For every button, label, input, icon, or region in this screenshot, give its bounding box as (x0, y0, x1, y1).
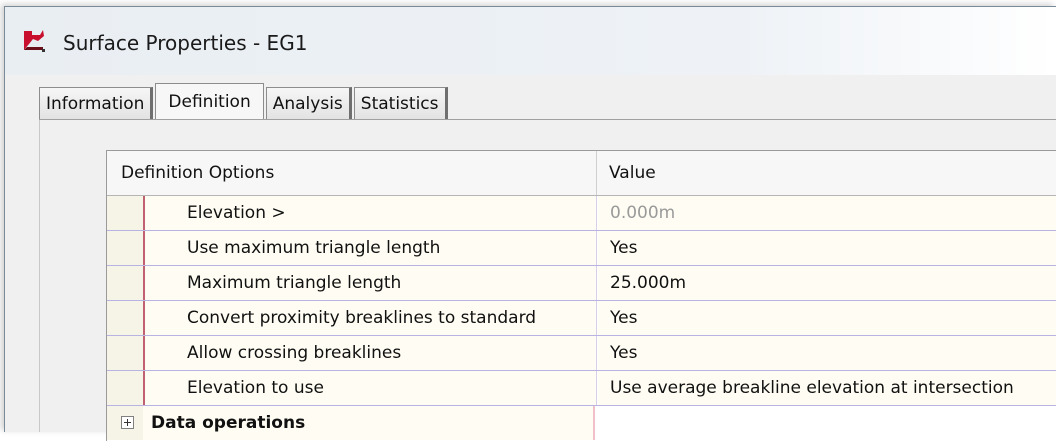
row-gutter (107, 231, 145, 265)
row-gutter (107, 406, 143, 440)
row-gutter (107, 196, 145, 230)
property-value[interactable]: Yes (598, 231, 1056, 265)
property-name: Use maximum triangle length (145, 231, 597, 265)
window-title: Surface Properties - EG1 (63, 31, 308, 55)
tab-strip: Information Definition Analysis Statisti… (39, 83, 450, 119)
property-name: Allow crossing breaklines (145, 336, 597, 370)
property-value[interactable]: 25.000m (598, 266, 1056, 300)
row-gutter (107, 301, 145, 335)
grid-rows: Elevation > 0.000m Use maximum triangle … (107, 196, 1056, 440)
group-row-data-operations[interactable]: Data operations (107, 406, 1056, 440)
tab-label: Definition (168, 91, 251, 112)
property-name: Maximum triangle length (145, 266, 597, 300)
row-gutter (107, 266, 145, 300)
row-gutter (107, 336, 145, 370)
column-header-value[interactable]: Value (597, 151, 1056, 195)
property-name: Elevation to use (145, 371, 597, 405)
group-name: Data operations (143, 406, 595, 440)
property-row-elevation[interactable]: Elevation > 0.000m (107, 196, 1056, 231)
title-bar[interactable]: Surface Properties - EG1 (5, 7, 1056, 75)
property-row-use-max-triangle-length[interactable]: Use maximum triangle length Yes (107, 231, 1056, 266)
property-row-allow-crossing-breaklines[interactable]: Allow crossing breaklines Yes (107, 336, 1056, 371)
tab-label: Analysis (272, 93, 343, 114)
tab-statistics[interactable]: Statistics (353, 87, 448, 119)
column-header-definition-options[interactable]: Definition Options (107, 151, 597, 195)
property-name: Elevation > (145, 196, 597, 230)
property-value[interactable]: 0.000m (598, 196, 1056, 230)
tab-label: Information (46, 93, 145, 114)
civil3d-surface-icon (21, 27, 47, 53)
property-value[interactable]: Use average breakline elevation at inter… (598, 371, 1056, 405)
definition-property-grid: Definition Options Value Elevation > 0.0… (106, 150, 1056, 441)
plus-expander-icon[interactable] (121, 416, 134, 429)
property-row-elevation-to-use[interactable]: Elevation to use Use average breakline e… (107, 371, 1056, 406)
property-value[interactable]: Yes (598, 336, 1056, 370)
property-row-convert-proximity-breaklines[interactable]: Convert proximity breaklines to standard… (107, 301, 1056, 336)
tab-definition[interactable]: Definition (155, 83, 264, 119)
tab-information[interactable]: Information (39, 87, 154, 119)
property-value[interactable]: Yes (598, 301, 1056, 335)
grid-header: Definition Options Value (107, 151, 1056, 196)
property-name: Convert proximity breaklines to standard (145, 301, 597, 335)
property-row-max-triangle-length[interactable]: Maximum triangle length 25.000m (107, 266, 1056, 301)
row-gutter (107, 371, 145, 405)
tab-label: Statistics (360, 93, 439, 114)
tab-analysis[interactable]: Analysis (265, 87, 352, 119)
